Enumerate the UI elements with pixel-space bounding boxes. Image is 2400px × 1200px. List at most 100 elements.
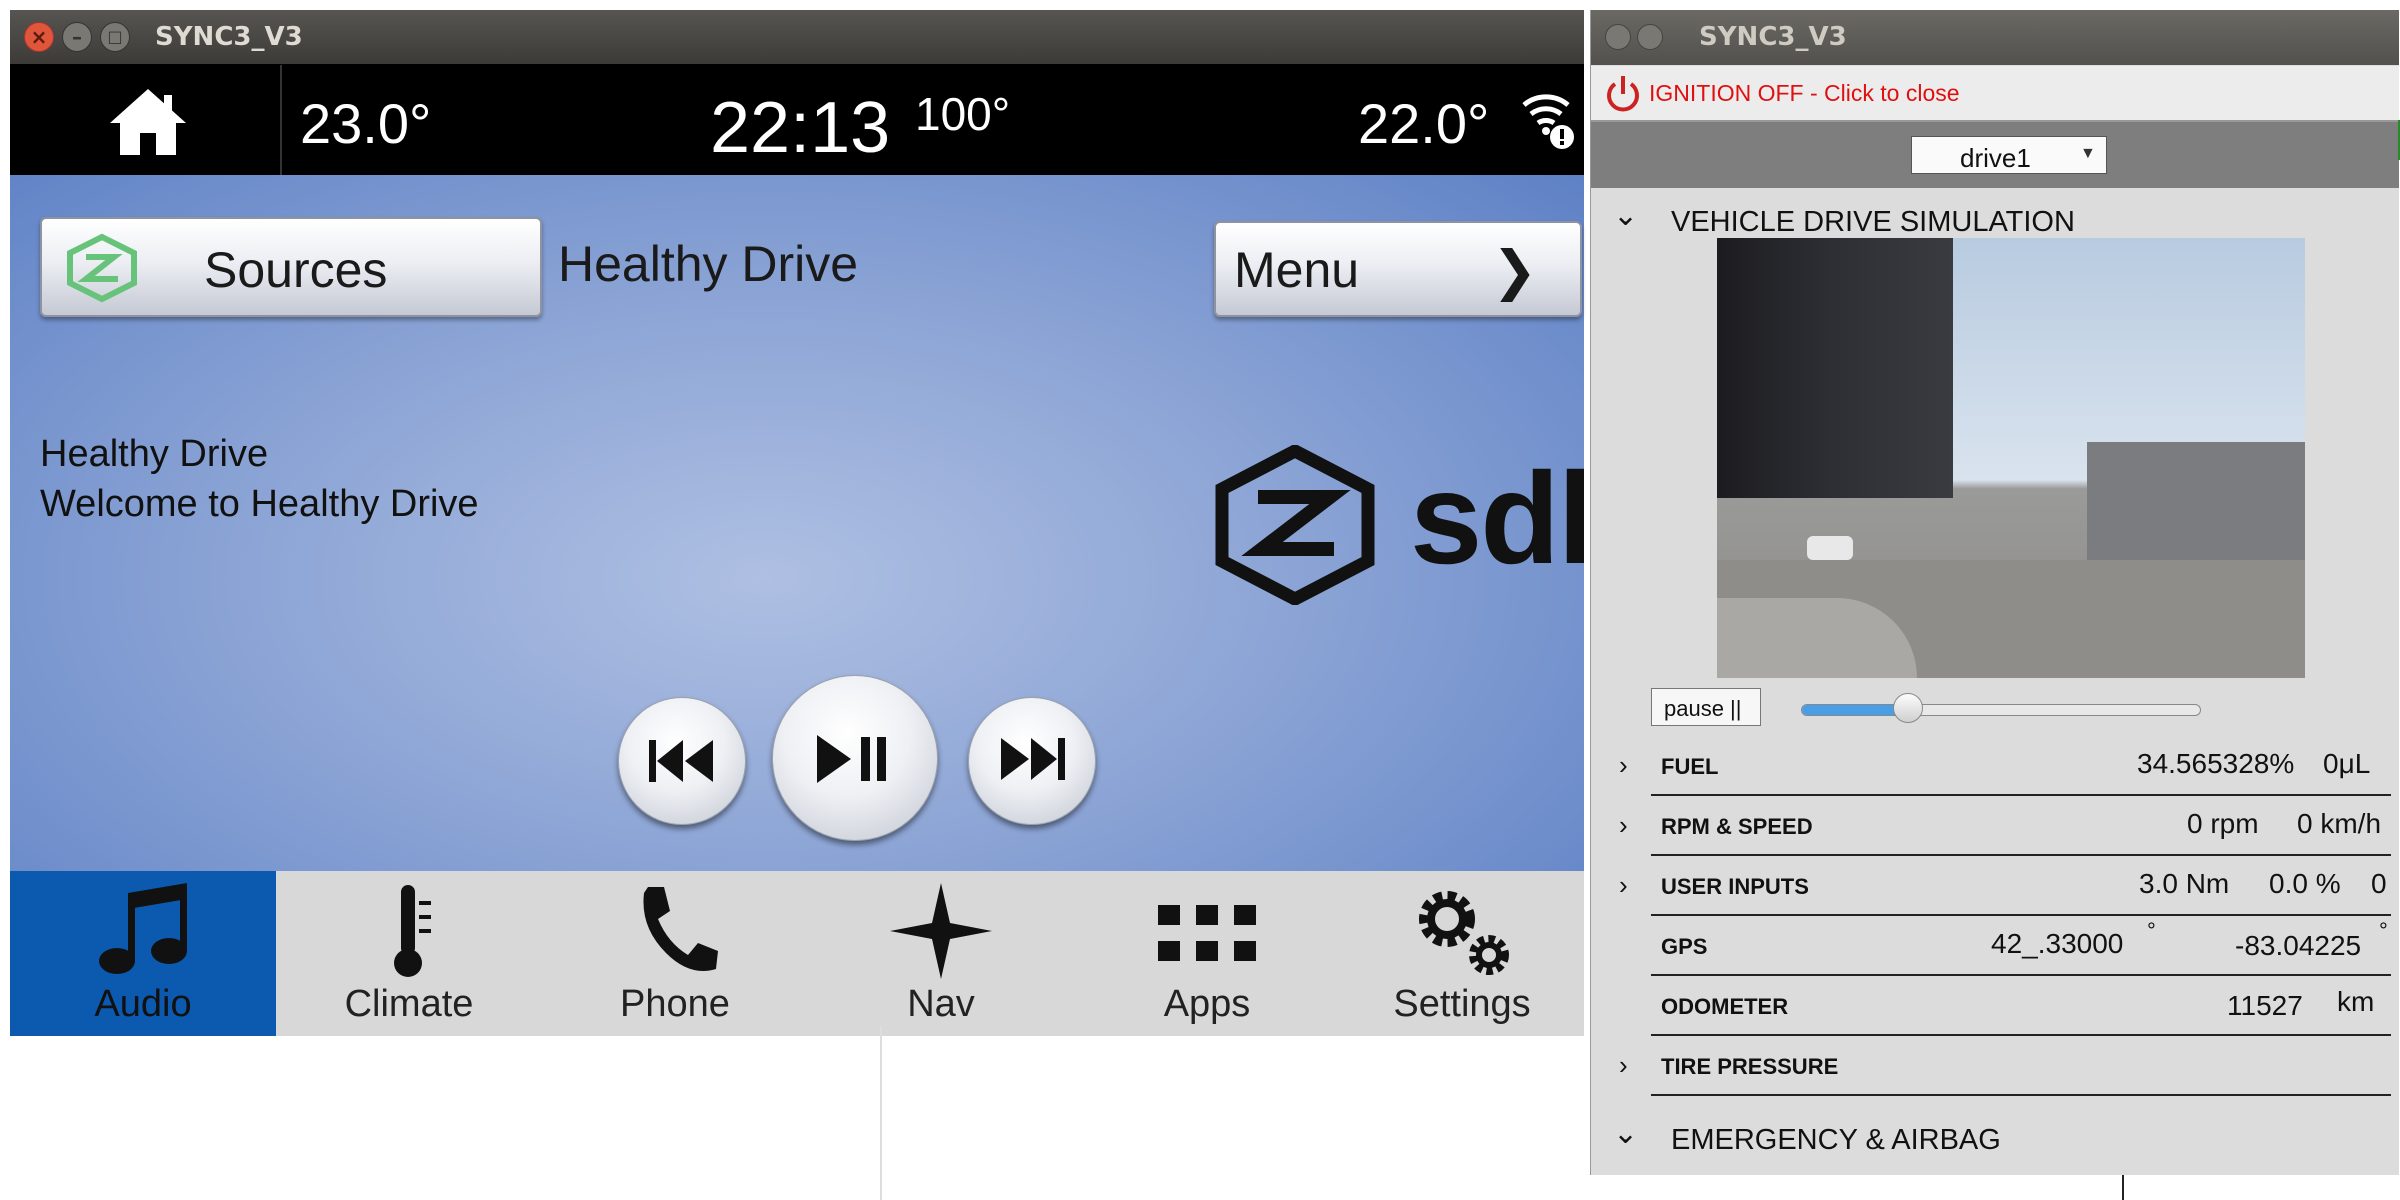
main-field-2: Welcome to Healthy Drive [40, 483, 479, 525]
torque-value: 3.0 Nm [2139, 868, 2230, 899]
odometer-value: 11527 [2227, 990, 2303, 1021]
maximize-icon[interactable]: □ [100, 22, 130, 52]
wifi-alert-icon [1522, 94, 1574, 149]
nav-settings-label: Settings [1393, 983, 1531, 1025]
driver-temperature[interactable]: 23.0° [300, 91, 431, 156]
user-input-extra: 0 [2371, 868, 2387, 899]
home-button[interactable] [10, 65, 282, 175]
chevron-right-icon: › [1619, 870, 1628, 900]
nav-audio[interactable]: Audio [10, 871, 276, 1036]
odometer-label: ODOMETER [1661, 994, 1789, 1019]
gps-label: GPS [1661, 934, 1708, 959]
chevron-down-icon: ⌄ [1613, 1117, 1639, 1150]
side-window-title: SYNC3_V3 [1699, 22, 1847, 52]
phone-icon [643, 887, 718, 971]
thermometer-icon [394, 885, 431, 977]
drive-select[interactable]: drive1 ▼ [1911, 136, 2107, 174]
maximize-icon-side[interactable] [1637, 24, 1663, 50]
video-car [1807, 536, 1853, 560]
nav-phone[interactable]: Phone [542, 871, 808, 1036]
close-icon[interactable]: × [24, 22, 54, 52]
nav-navigation[interactable]: Nav [808, 871, 1074, 1036]
chevron-right-icon: › [1619, 750, 1628, 780]
outside-temperature: 100° [915, 88, 1011, 140]
vehicle-simulator-window: SYNC3_V3 IGNITION OFF - Click to close d… [1590, 10, 2399, 1175]
gears-icon [1419, 891, 1509, 975]
dropdown-arrow-icon: ▼ [2080, 145, 2096, 162]
latitude-degree: ° [2147, 918, 2156, 943]
fuel-volume: 0μL [2323, 748, 2371, 779]
drive-select-value: drive1 [1960, 143, 2031, 173]
hmi-content-area: Sources Healthy Drive Menu ❯ Healthy Dri… [10, 175, 1584, 871]
passenger-temperature[interactable]: 22.0° [1358, 91, 1489, 156]
status-bar: 23.0° 22:13 100° 22.0° [10, 65, 1584, 175]
speed-value: 0 km/h [2297, 808, 2382, 839]
chevron-right-icon: › [1619, 1050, 1628, 1080]
rpm-value: 0 rpm [2187, 808, 2259, 839]
pause-button[interactable]: pause || [1651, 688, 1761, 726]
chevron-down-icon: ⌄ [1613, 199, 1639, 232]
home-icon [110, 89, 186, 155]
side-titlebar[interactable]: SYNC3_V3 [1591, 10, 2399, 65]
tire-pressure-label: TIRE PRESSURE [1661, 1054, 1839, 1079]
sdl-hexagon-icon [1215, 445, 1375, 605]
chevron-right-icon: ❯ [1492, 241, 1538, 301]
simulation-header-label: VEHICLE DRIVE SIMULATION [1671, 206, 2075, 238]
sdl-logo: sdl [1210, 445, 1584, 615]
nav-climate[interactable]: Climate [276, 871, 542, 1036]
main-titlebar[interactable]: × – □ SYNC3_V3 [10, 10, 1584, 64]
compass-star-icon [890, 883, 992, 979]
play-pause-icon [817, 735, 886, 783]
gps-latitude: 42_.33000 [1991, 928, 2124, 959]
main-window-title: SYNC3_V3 [155, 22, 303, 52]
nav-apps[interactable]: Apps [1074, 871, 1340, 1036]
emergency-section-header[interactable]: ⌄ EMERGENCY & AIRBAG [1591, 1108, 2399, 1168]
ignition-bar[interactable]: IGNITION OFF - Click to close [1591, 66, 2399, 122]
playback-slider-handle[interactable] [1893, 693, 1924, 723]
pause-label: pause || [1664, 696, 1742, 721]
sources-button[interactable]: Sources [40, 217, 542, 317]
rpm-speed-label: RPM & SPEED [1661, 814, 1813, 839]
previous-track-button[interactable] [618, 697, 746, 825]
skip-back-icon [649, 740, 713, 782]
nav-apps-label: Apps [1163, 983, 1251, 1025]
sources-label: Sources [204, 242, 388, 298]
nav-climate-label: Climate [344, 983, 474, 1025]
bottom-navigation: Audio Climate Phone Nav Apps Settings [10, 871, 1584, 1036]
odometer-unit: km [2337, 986, 2375, 1017]
video-building-left [1717, 238, 1953, 498]
main-window: × – □ SYNC3_V3 23.0° 22:13 100° 22.0° So… [10, 10, 1584, 1036]
nav-phone-label: Phone [620, 983, 730, 1025]
playback-slider[interactable] [1801, 693, 2201, 723]
video-building-right [2087, 442, 2305, 562]
rpm-speed-row[interactable]: › RPM & SPEED 0 rpm 0 km/h [1619, 796, 2391, 856]
grid-icon [1158, 905, 1256, 961]
background-divider [880, 1026, 882, 1200]
drive-select-bar: drive1 ▼ [1591, 122, 2399, 188]
fuel-level: 34.565328% [2137, 748, 2295, 779]
sdl-logo-text: sdl [1410, 445, 1584, 591]
music-note-icon [99, 883, 187, 974]
minimize-icon[interactable]: – [62, 22, 92, 52]
drive-video [1717, 238, 2305, 678]
longitude-degree: ° [2379, 918, 2388, 943]
fuel-label: FUEL [1661, 754, 1719, 779]
fuel-row[interactable]: › FUEL 34.565328% 0μL [1619, 736, 2391, 796]
tire-pressure-row[interactable]: › TIRE PRESSURE [1619, 1036, 2391, 1096]
nav-navigation-label: Nav [907, 983, 975, 1025]
pedal-percent: 0.0 % [2269, 868, 2341, 899]
nav-audio-label: Audio [94, 983, 192, 1025]
nav-settings[interactable]: Settings [1340, 871, 1584, 1036]
gps-row[interactable]: GPS 42_.33000 ° -83.04225 ° [1651, 916, 2391, 976]
odometer-row[interactable]: ODOMETER 11527 km [1651, 976, 2391, 1036]
ignition-label: IGNITION OFF - Click to close [1649, 80, 1960, 106]
gps-longitude: -83.04225 [2235, 930, 2362, 961]
main-field-1: Healthy Drive [40, 433, 269, 475]
play-pause-button[interactable] [772, 675, 938, 841]
app-title: Healthy Drive [558, 236, 859, 292]
user-inputs-row[interactable]: › USER INPUTS 3.0 Nm 0.0 % 0 [1619, 856, 2391, 916]
minimize-icon-side[interactable] [1605, 24, 1631, 50]
menu-button[interactable]: Menu ❯ [1214, 221, 1582, 317]
next-track-button[interactable] [968, 697, 1096, 825]
skip-forward-icon [1001, 738, 1065, 780]
